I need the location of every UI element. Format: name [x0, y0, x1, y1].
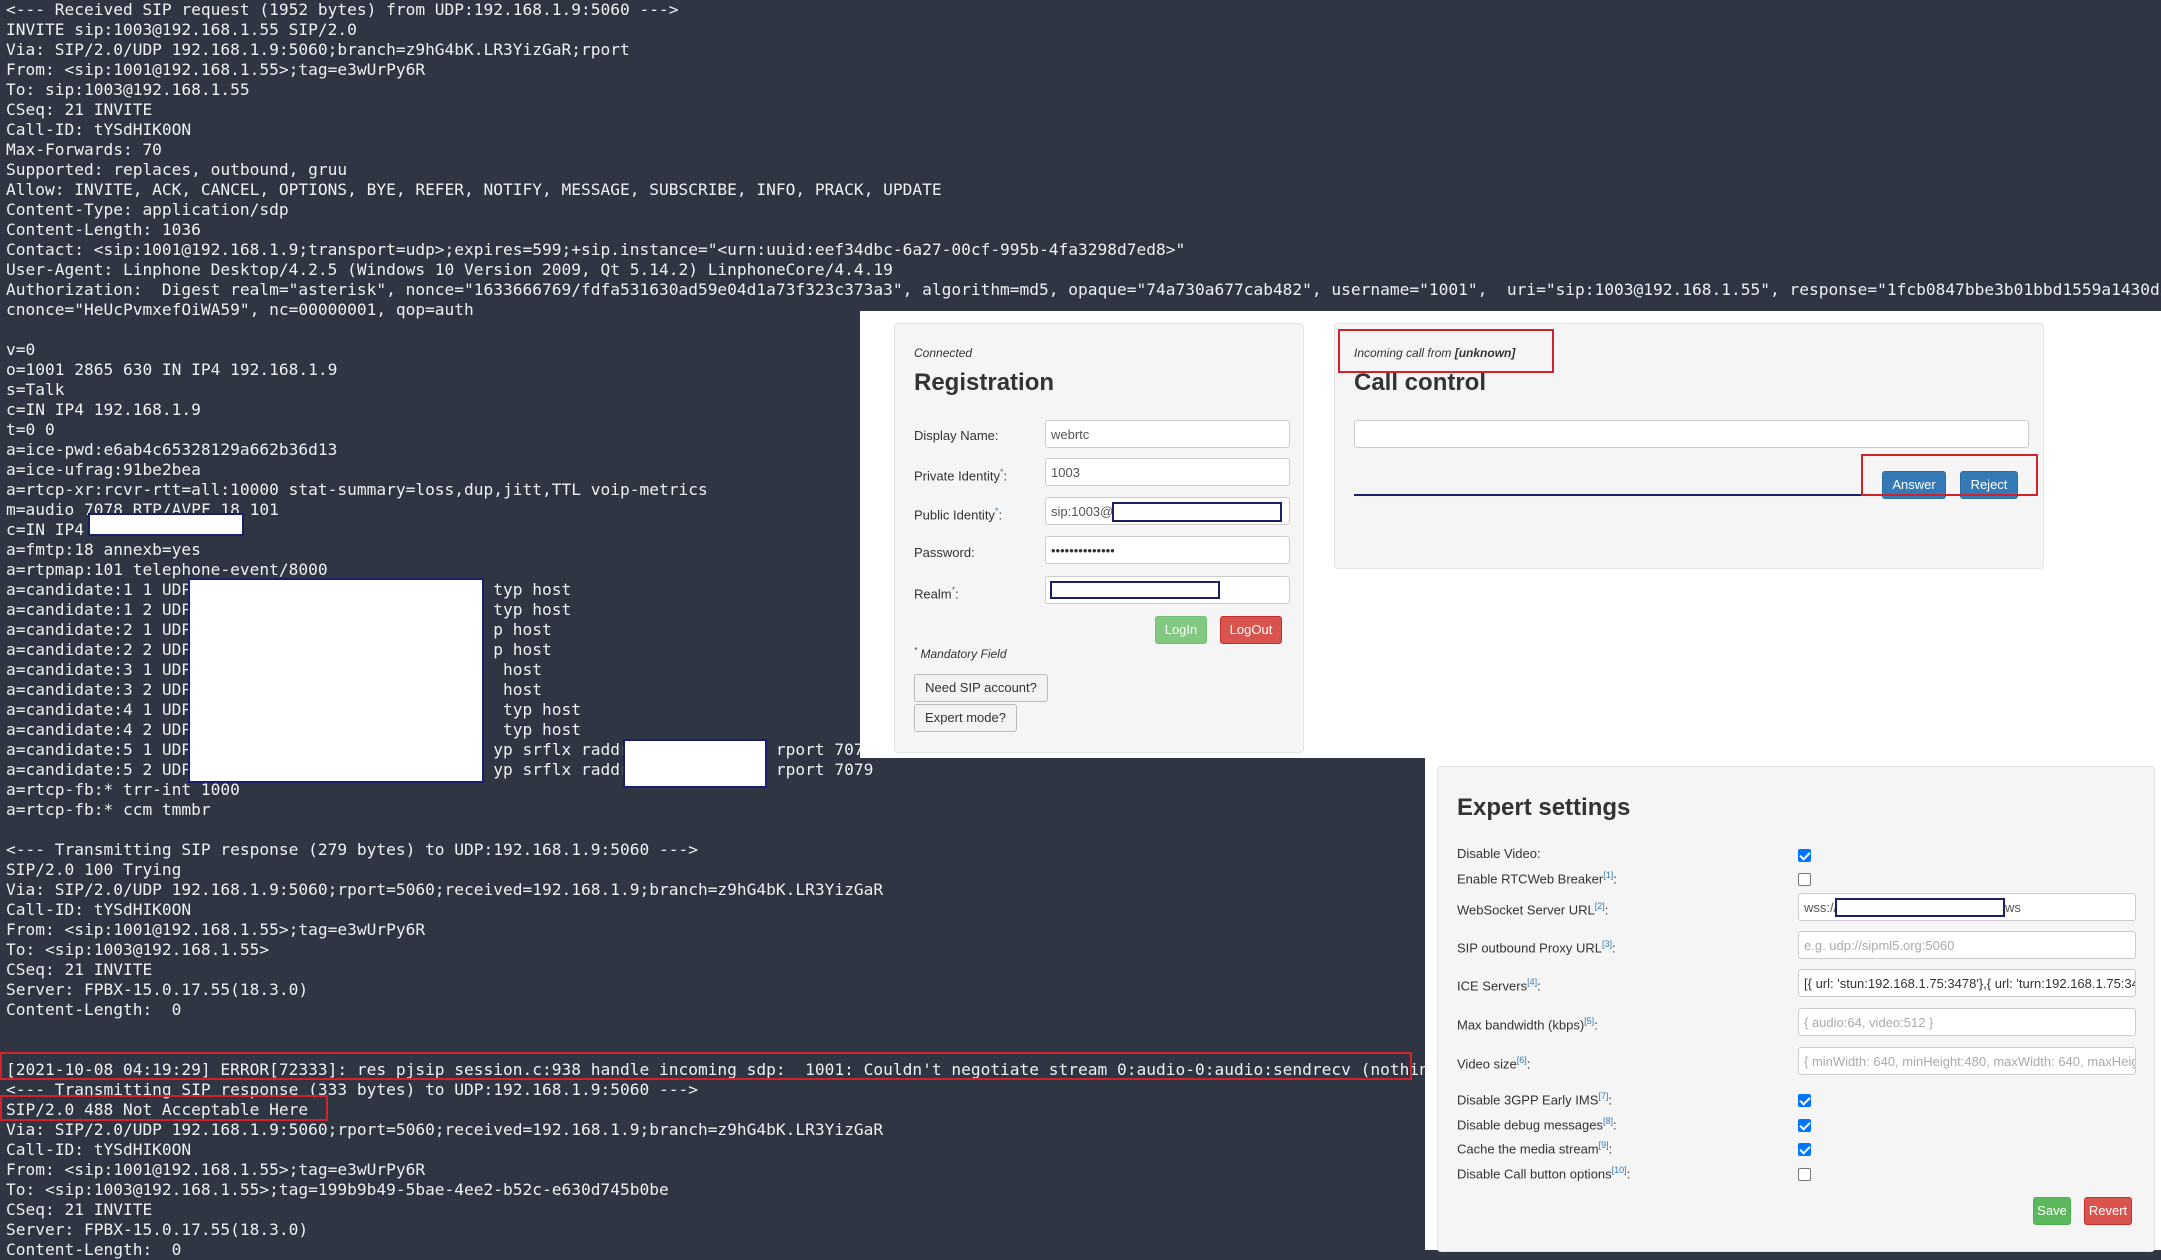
websocket-url-input[interactable]: wss:// ws [1798, 893, 2136, 921]
expert-settings-card: Expert settings Disable Video: Enable RT… [1437, 766, 2155, 1252]
call-control-title: Call control [1354, 369, 1487, 396]
log-line: Content-Length: 1036 [6, 220, 201, 239]
private-identity-input[interactable]: 1003 [1045, 458, 1290, 486]
redacted-raddr [623, 739, 767, 788]
rtcweb-breaker-checkbox[interactable] [1798, 873, 1811, 886]
log-line: Allow: INVITE, ACK, CANCEL, OPTIONS, BYE… [6, 180, 942, 199]
public-identity-label: Public Identity*: [914, 506, 1003, 523]
expert-settings-title: Expert settings [1457, 794, 1631, 821]
log-line: <--- Received SIP request (1952 bytes) f… [6, 0, 679, 19]
display-name-input[interactable]: webrtc [1045, 420, 1290, 448]
logout-button[interactable]: LogOut [1220, 616, 1282, 644]
cache-media-label: Cache the media stream[9]: [1457, 1140, 1613, 1157]
expert-mode-button[interactable]: Expert mode? [914, 704, 1017, 732]
answer-reject-highlight [1861, 454, 2038, 496]
redacted-ip [88, 513, 244, 536]
disable-video-label: Disable Video: [1457, 846, 1541, 861]
need-sip-account-button[interactable]: Need SIP account? [914, 674, 1048, 702]
rtcweb-breaker-label: Enable RTCWeb Breaker[1]: [1457, 870, 1617, 887]
log-line: Max-Forwards: 70 [6, 140, 162, 159]
sipml5-top-panel: Connected Registration Display Name: web… [860, 311, 2161, 758]
save-button[interactable]: Save [2033, 1197, 2071, 1225]
ice-servers-label: ICE Servers[4]: [1457, 977, 1541, 994]
public-identity-input[interactable]: sip:1003@ [1045, 497, 1290, 525]
redacted-websocket-host [1835, 898, 2005, 917]
log-line: CSeq: 21 INVITE [6, 100, 153, 119]
outbound-proxy-input[interactable]: e.g. udp://sipml5.org:5060 [1798, 931, 2136, 959]
registration-status: Connected [914, 346, 973, 360]
disable-video-checkbox[interactable] [1798, 849, 1811, 862]
disable-debug-label: Disable debug messages[8]: [1457, 1116, 1617, 1133]
error-line-highlight [0, 1052, 1412, 1080]
response-488-highlight [0, 1095, 328, 1121]
redacted-realm [1050, 581, 1220, 599]
log-line: Call-ID: tYSdHIK0ON [6, 120, 192, 139]
outbound-proxy-label: SIP outbound Proxy URL[3]: [1457, 939, 1616, 956]
disable-call-button-label: Disable Call button options[10]: [1457, 1165, 1631, 1182]
log-line: INVITE sip:1003@192.168.1.55 SIP/2.0 [6, 20, 357, 39]
password-input[interactable]: •••••••••••••• [1045, 536, 1290, 564]
mandatory-note: * Mandatory Field [914, 646, 1007, 661]
realm-input[interactable] [1045, 576, 1290, 604]
redacted-candidate-block [188, 578, 484, 783]
private-identity-label: Private Identity*: [914, 467, 1008, 484]
log-line: User-Agent: Linphone Desktop/4.2.5 (Wind… [6, 260, 893, 279]
websocket-suffix: ws [2005, 900, 2021, 915]
display-name-label: Display Name: [914, 428, 999, 443]
disable-debug-checkbox[interactable] [1798, 1119, 1811, 1132]
log-line: Supported: replaces, outbound, gruu [6, 160, 348, 179]
websocket-url-label: WebSocket Server URL[2]: [1457, 901, 1609, 918]
call-number-input[interactable] [1354, 420, 2029, 448]
max-bandwidth-label: Max bandwidth (kbps)[5]: [1457, 1016, 1598, 1033]
log-line: Authorization: Digest realm="asterisk", … [6, 280, 2161, 299]
ice-servers-input[interactable]: [{ url: 'stun:192.168.1.75:3478'},{ url:… [1798, 969, 2136, 997]
revert-button[interactable]: Revert [2084, 1197, 2132, 1225]
realm-label: Realm*: [914, 585, 959, 602]
disable-3gpp-checkbox[interactable] [1798, 1094, 1811, 1107]
password-label: Password: [914, 545, 975, 560]
registration-title: Registration [914, 369, 1055, 396]
log-line: From: <sip:1001@192.168.1.55>;tag=e3wUrP… [6, 60, 426, 79]
cache-media-checkbox[interactable] [1798, 1143, 1811, 1156]
disable-3gpp-label: Disable 3GPP Early IMS[7]: [1457, 1091, 1613, 1108]
login-button[interactable]: LogIn [1155, 616, 1207, 644]
public-identity-value: sip:1003@ [1051, 504, 1114, 519]
video-size-input[interactable]: { minWidth: 640, minHeight:480, maxWidth… [1798, 1047, 2136, 1075]
incoming-call-highlight [1338, 329, 1554, 373]
log-line: Contact: <sip:1001@192.168.1.9;transport… [6, 240, 1186, 259]
log-line: Content-Type: application/sdp [6, 200, 289, 219]
redacted-public-identity [1112, 502, 1282, 522]
log-line: Via: SIP/2.0/UDP 192.168.1.9:5060;branch… [6, 40, 630, 59]
disable-call-button-checkbox[interactable] [1798, 1168, 1811, 1181]
max-bandwidth-input[interactable]: { audio:64, video:512 } [1798, 1008, 2136, 1036]
log-line: To: sip:1003@192.168.1.55 [6, 80, 250, 99]
video-size-label: Video size[6]: [1457, 1055, 1531, 1072]
expert-settings-panel: Expert settings Disable Video: Enable RT… [1425, 758, 2161, 1252]
registration-card: Connected Registration Display Name: web… [894, 323, 1304, 753]
websocket-prefix: wss:// [1804, 900, 1838, 915]
